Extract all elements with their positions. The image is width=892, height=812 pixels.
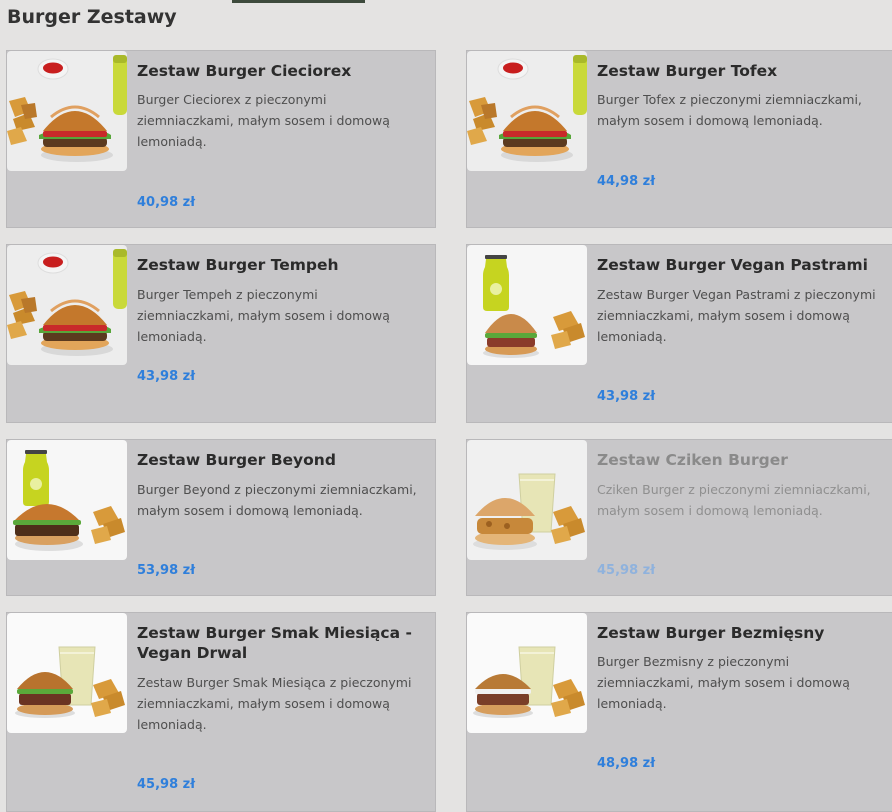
product-description: Burger Beyond z pieczonymi ziemniaczkami…	[137, 482, 417, 518]
product-card-beyond[interactable]: Zestaw Burger Beyond Burger Beyond z pie…	[6, 439, 436, 596]
product-title: Zestaw Burger Vegan Pastrami	[597, 256, 868, 274]
product-description: Burger Bezmisny z pieczonymi ziemniaczka…	[597, 654, 850, 711]
product-image	[467, 613, 587, 733]
product-description: Burger Cieciorex z pieczonymi ziemniaczk…	[137, 92, 390, 149]
product-description: Zestaw Burger Smak Miesiąca z pieczonymi…	[137, 675, 412, 732]
product-card-cieciorex[interactable]: Zestaw Burger Cieciorex Burger Cieciorex…	[6, 50, 436, 228]
product-card-vegan-drwal[interactable]: Zestaw Burger Smak Miesiąca - Vegan Drwa…	[6, 612, 436, 812]
product-description: Cziken Burger z pieczonymi ziemniaczkami…	[597, 482, 871, 518]
top-accent-strip	[232, 0, 365, 3]
product-image	[7, 613, 127, 733]
product-price: 45,98 zł	[137, 777, 196, 792]
product-card-vegan-pastrami[interactable]: Zestaw Burger Vegan Pastrami Zestaw Burg…	[466, 244, 892, 423]
product-card-bezmiesny[interactable]: Zestaw Burger Bezmięsny Burger Bezmisny …	[466, 612, 892, 812]
product-image	[7, 440, 127, 560]
product-price: 43,98 zł	[597, 389, 656, 404]
product-title: Zestaw Burger Bezmięsny	[597, 624, 825, 642]
product-title: Zestaw Burger Tempeh	[137, 256, 339, 274]
product-price: 45,98 zł	[597, 563, 656, 578]
product-card-tofex[interactable]: Zestaw Burger Tofex Burger Tofex z piecz…	[466, 50, 892, 228]
product-price: 43,98 zł	[137, 369, 196, 384]
product-price: 40,98 zł	[137, 195, 196, 210]
product-title: Zestaw Burger Smak Miesiąca - Vegan Drwa…	[137, 624, 412, 662]
product-description: Zestaw Burger Vegan Pastrami z pieczonym…	[597, 287, 876, 344]
product-title: Zestaw Burger Tofex	[597, 62, 778, 80]
product-price: 44,98 zł	[597, 174, 656, 189]
product-image	[467, 51, 587, 171]
product-image	[7, 245, 127, 365]
product-card-tempeh[interactable]: Zestaw Burger Tempeh Burger Tempeh z pie…	[6, 244, 436, 423]
product-price: 48,98 zł	[597, 756, 656, 771]
product-title: Zestaw Burger Cieciorex	[137, 62, 352, 80]
product-price: 53,98 zł	[137, 563, 196, 578]
section-title: Burger Zestawy	[7, 6, 177, 28]
product-card-cziken[interactable]: Zestaw Cziken Burger Cziken Burger z pie…	[466, 439, 892, 596]
product-description: Burger Tempeh z pieczonymi ziemniaczkami…	[137, 287, 390, 344]
product-image	[467, 440, 587, 560]
product-image	[467, 245, 587, 365]
product-title: Zestaw Burger Beyond	[137, 451, 336, 469]
product-image	[7, 51, 127, 171]
product-description: Burger Tofex z pieczonymi ziemniaczkami,…	[597, 92, 862, 128]
product-title: Zestaw Cziken Burger	[597, 451, 788, 469]
